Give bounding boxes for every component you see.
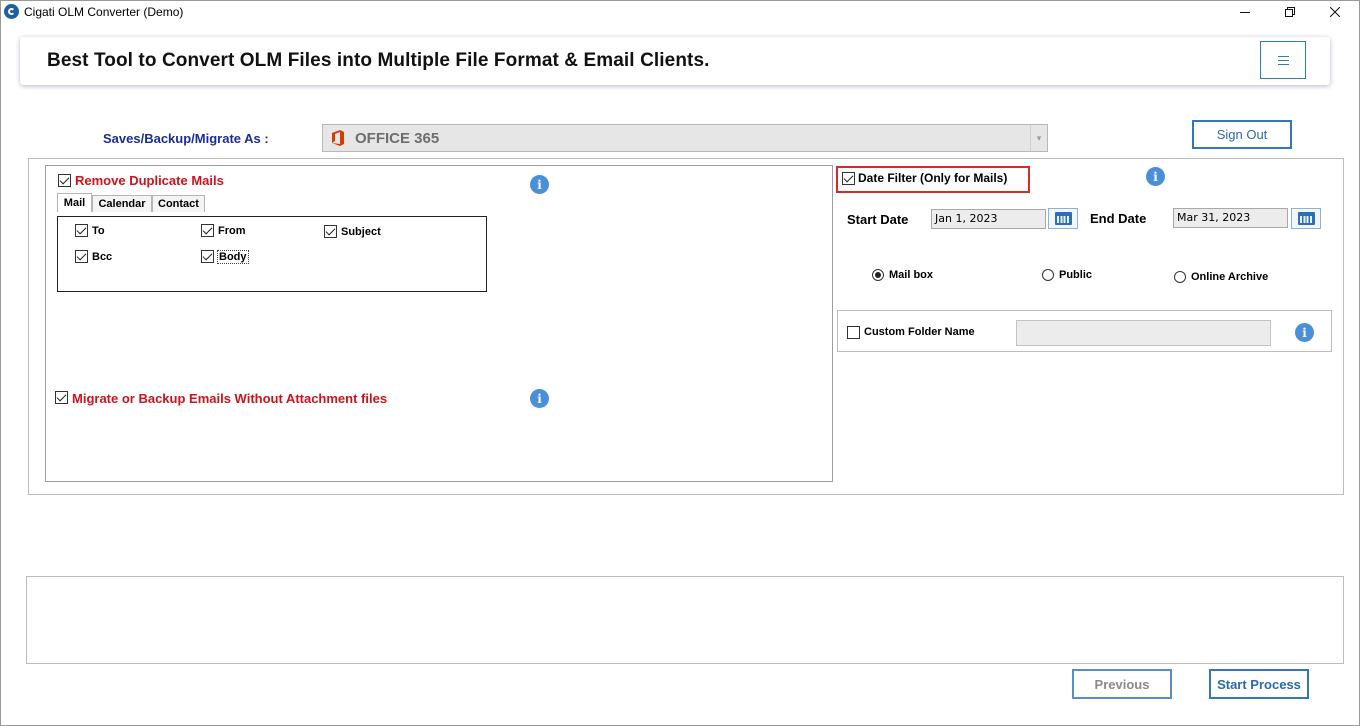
to-label: To (92, 225, 105, 237)
mailbox-label: Mail box (889, 269, 934, 281)
mail-fields-box (57, 216, 487, 292)
bcc-label: Bcc (92, 251, 113, 263)
close-icon (1330, 7, 1340, 17)
saves-as-label: Saves/Backup/Migrate As : (103, 131, 269, 146)
end-date-label: End Date (1090, 211, 1147, 226)
tab-contact[interactable]: Contact (152, 195, 205, 212)
from-checkbox[interactable] (201, 224, 214, 237)
restore-icon (1285, 7, 1295, 17)
custom-folder-input[interactable] (1016, 320, 1271, 346)
hamburger-menu-icon (1277, 55, 1289, 65)
info-icon[interactable]: i (1146, 167, 1165, 186)
format-select[interactable]: OFFICE 365 ▾ (322, 124, 1048, 152)
start-process-button[interactable]: Start Process (1209, 669, 1309, 699)
header-banner: Best Tool to Convert OLM Files into Mult… (20, 37, 1330, 85)
end-date-calendar-button[interactable] (1291, 208, 1321, 229)
date-filter-label: Date Filter (Only for Mails) (858, 171, 1008, 185)
tab-mail[interactable]: Mail (57, 193, 92, 212)
log-area (26, 576, 1344, 664)
left-options-panel (45, 165, 833, 482)
restore-button[interactable] (1267, 0, 1313, 24)
close-button[interactable] (1312, 0, 1358, 24)
body-label: Body (217, 250, 249, 264)
subject-checkbox[interactable] (324, 225, 337, 238)
chevron-down-icon[interactable]: ▾ (1030, 125, 1047, 151)
calendar-icon (1298, 212, 1315, 225)
start-date-label: Start Date (847, 212, 909, 227)
without-attachments-checkbox[interactable] (55, 391, 68, 404)
info-icon[interactable]: i (1295, 323, 1314, 342)
info-icon[interactable]: i (530, 389, 549, 408)
selected-format: OFFICE 365 (355, 130, 440, 147)
title-bar: Cigati OLM Converter (Demo) (0, 0, 1360, 24)
online-archive-radio[interactable] (1174, 271, 1186, 283)
start-date-input[interactable]: Jan 1, 2023 (931, 209, 1046, 229)
end-date-input[interactable]: Mar 31, 2023 (1173, 208, 1288, 228)
info-icon[interactable]: i (530, 175, 549, 194)
subject-label: Subject (341, 226, 381, 238)
calendar-icon (1055, 212, 1072, 225)
without-attachments-label: Migrate or Backup Emails Without Attachm… (72, 391, 388, 406)
custom-folder-checkbox[interactable] (847, 326, 860, 339)
menu-button[interactable] (1260, 41, 1306, 79)
mailbox-radio[interactable] (872, 269, 884, 281)
public-label: Public (1059, 269, 1093, 281)
remove-duplicates-label: Remove Duplicate Mails (75, 173, 224, 188)
page-title: Best Tool to Convert OLM Files into Mult… (47, 50, 710, 71)
office-365-icon (332, 130, 344, 146)
bcc-checkbox[interactable] (75, 250, 88, 263)
minimize-icon (1240, 12, 1250, 13)
public-radio[interactable] (1042, 269, 1054, 281)
body-checkbox[interactable] (201, 250, 214, 263)
window-title: Cigati OLM Converter (Demo) (24, 5, 184, 19)
online-archive-label: Online Archive (1191, 271, 1269, 283)
tab-calendar[interactable]: Calendar (92, 195, 152, 212)
sign-out-button[interactable]: Sign Out (1192, 120, 1292, 149)
from-label: From (218, 225, 246, 237)
start-date-calendar-button[interactable] (1048, 208, 1078, 229)
previous-button[interactable]: Previous (1072, 669, 1172, 699)
date-filter-checkbox[interactable] (842, 172, 855, 185)
app-logo-icon (4, 4, 19, 19)
minimize-button[interactable] (1222, 0, 1268, 24)
to-checkbox[interactable] (75, 224, 88, 237)
remove-duplicates-checkbox[interactable] (58, 174, 71, 187)
custom-folder-label: Custom Folder Name (864, 326, 975, 338)
